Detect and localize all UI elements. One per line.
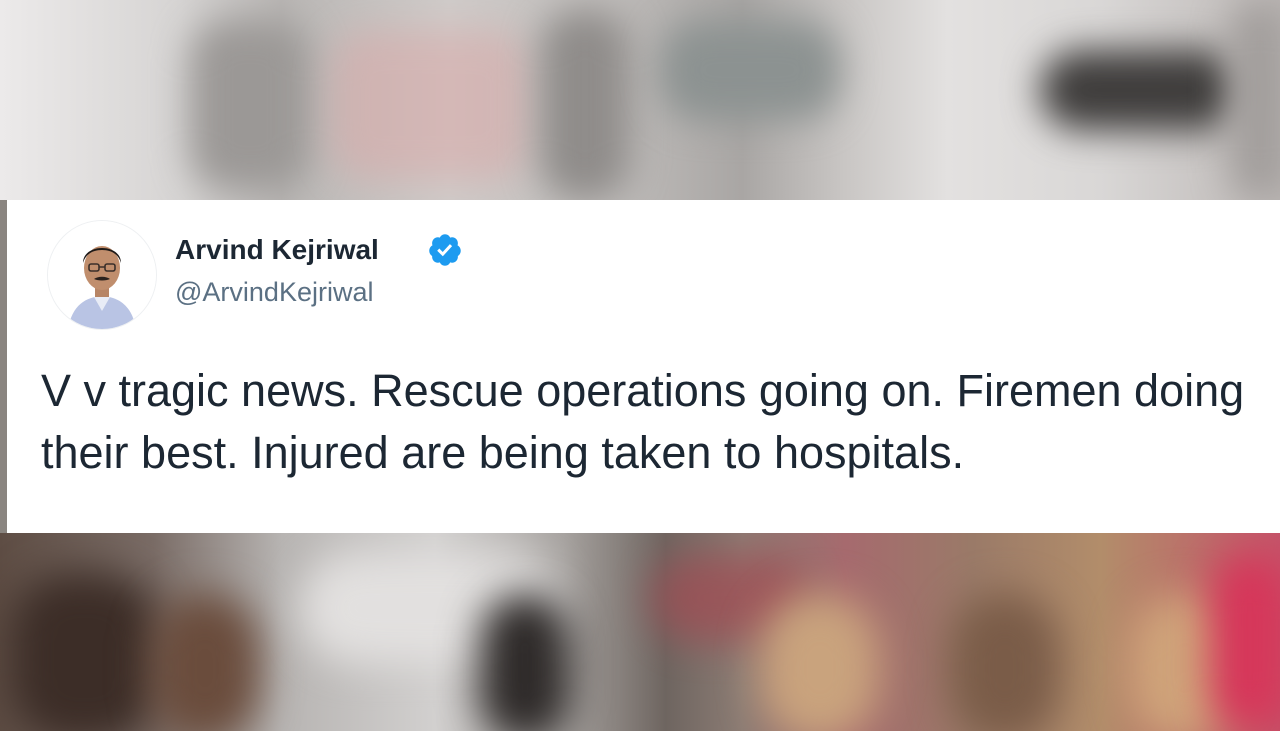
avatar[interactable] bbox=[47, 220, 157, 330]
profile-photo-icon bbox=[48, 221, 156, 329]
tweet-card: Arvind Kejriwal @ArvindKejriwal V v trag… bbox=[7, 200, 1280, 533]
blurred-background-top bbox=[0, 0, 1280, 200]
screenshot-stage: Arvind Kejriwal @ArvindKejriwal V v trag… bbox=[0, 0, 1280, 731]
author-handle[interactable]: @ArvindKejriwal bbox=[175, 277, 373, 308]
author-name[interactable]: Arvind Kejriwal bbox=[175, 234, 379, 266]
tweet-text: V v tragic news. Rescue operations going… bbox=[41, 365, 1245, 478]
verified-badge-icon bbox=[429, 234, 461, 266]
blurred-background-bottom bbox=[0, 533, 1280, 731]
